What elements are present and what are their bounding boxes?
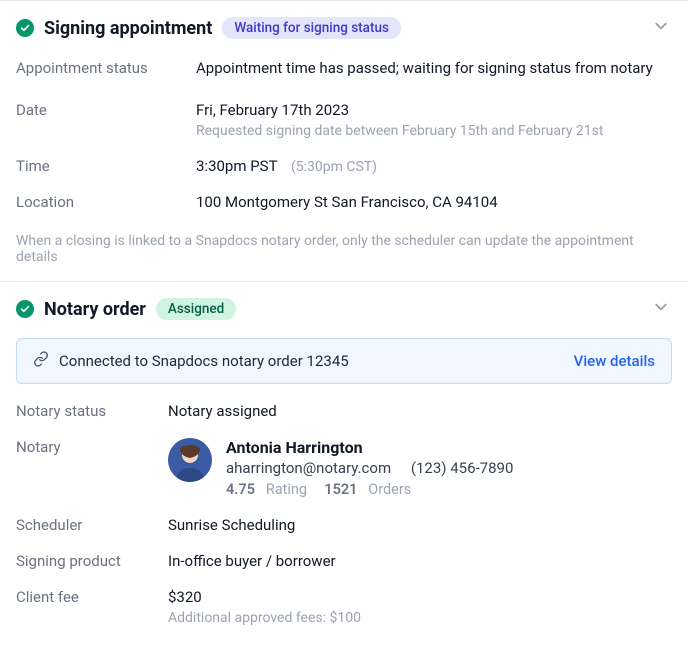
orders-label: Orders <box>368 481 411 498</box>
client-fee-label: Client fee <box>16 588 168 626</box>
notary-panel-header: Notary order Assigned <box>16 296 672 322</box>
notary-name: Antonia Harrington <box>226 438 513 457</box>
notary-avatar <box>168 438 212 482</box>
location-value: 100 Montgomery St San Francisco, CA 9410… <box>196 193 672 211</box>
client-fee-note: Additional approved fees: $100 <box>168 610 672 626</box>
signing-product-row: Signing product In-office buyer / borrow… <box>16 552 672 570</box>
notary-value-block: Antonia Harrington aharrington@notary.co… <box>168 438 672 498</box>
time-value-block: 3:30pm PST (5:30pm CST) <box>196 157 672 175</box>
notary-order-status-badge: Assigned <box>156 298 236 320</box>
signing-product-value: In-office buyer / borrower <box>168 552 672 570</box>
notary-label: Notary <box>16 438 168 498</box>
time-value: 3:30pm PST <box>196 157 277 175</box>
notary-order-panel: Notary order Assigned Connected to Snapd… <box>0 281 688 642</box>
location-label: Location <box>16 193 196 211</box>
link-icon <box>33 351 49 371</box>
client-fee-row: Client fee $320 Additional approved fees… <box>16 588 672 626</box>
view-details-link[interactable]: View details <box>574 352 655 370</box>
date-value-block: Fri, February 17th 2023 Requested signin… <box>196 101 672 139</box>
location-row: Location 100 Montgomery St San Francisco… <box>16 193 672 211</box>
notary-email: aharrington@notary.com <box>226 459 391 477</box>
notary-order-title: Notary order <box>44 299 146 320</box>
date-label: Date <box>16 101 196 139</box>
appointment-status-label: Appointment status <box>16 59 196 77</box>
notary-phone: (123) 456-7890 <box>411 459 514 477</box>
time-label: Time <box>16 157 196 175</box>
notary-status-row: Notary status Notary assigned <box>16 402 672 420</box>
notary-status-value: Notary assigned <box>168 402 672 420</box>
appointment-status-row: Appointment status Appointment time has … <box>16 59 672 77</box>
scheduler-value: Sunrise Scheduling <box>168 516 672 534</box>
signing-product-label: Signing product <box>16 552 168 570</box>
notary-status-label: Notary status <box>16 402 168 420</box>
orders-value: 1521 <box>324 481 357 498</box>
scheduler-row: Scheduler Sunrise Scheduling <box>16 516 672 534</box>
client-fee-block: $320 Additional approved fees: $100 <box>168 588 672 626</box>
notary-collapse-chevron[interactable] <box>650 296 672 322</box>
rating-label: Rating <box>266 481 307 498</box>
signing-status-badge: Waiting for signing status <box>222 17 401 39</box>
connected-order-box: Connected to Snapdocs notary order 12345… <box>16 338 672 384</box>
connected-order-text: Connected to Snapdocs notary order 12345 <box>59 352 349 370</box>
scheduler-label: Scheduler <box>16 516 168 534</box>
time-alt: (5:30pm CST) <box>291 159 377 175</box>
check-circle-icon <box>16 300 34 318</box>
signing-title: Signing appointment <box>44 18 212 39</box>
notary-row: Notary Antonia Harrington aharrington@no… <box>16 438 672 498</box>
signing-footer-note: When a closing is linked to a Snapdocs n… <box>16 233 672 265</box>
time-row: Time 3:30pm PST (5:30pm CST) <box>16 157 672 175</box>
check-circle-icon <box>16 19 34 37</box>
appointment-status-value: Appointment time has passed; waiting for… <box>196 59 672 77</box>
notary-stats: 4.75 Rating 1521 Orders <box>226 481 513 498</box>
client-fee-value: $320 <box>168 588 672 606</box>
rating-value: 4.75 <box>226 481 255 498</box>
signing-appointment-panel: Signing appointment Waiting for signing … <box>0 0 688 281</box>
date-note: Requested signing date between February … <box>196 123 672 139</box>
date-value: Fri, February 17th 2023 <box>196 101 672 119</box>
notary-contact: aharrington@notary.com (123) 456-7890 <box>226 459 513 477</box>
signing-panel-header: Signing appointment Waiting for signing … <box>16 15 672 41</box>
signing-collapse-chevron[interactable] <box>650 15 672 41</box>
date-row: Date Fri, February 17th 2023 Requested s… <box>16 101 672 139</box>
notary-details: Antonia Harrington aharrington@notary.co… <box>226 438 513 498</box>
